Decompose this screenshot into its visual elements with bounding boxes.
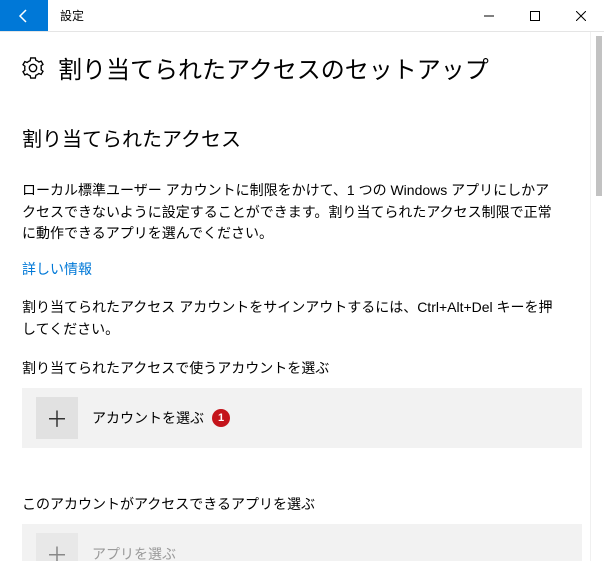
annotation-badge: 1 bbox=[212, 409, 230, 427]
arrow-left-icon bbox=[16, 8, 32, 24]
description-text: ローカル標準ユーザー アカウントに制限をかけて、1 つの Windows アプリ… bbox=[22, 180, 562, 245]
close-button[interactable] bbox=[558, 0, 604, 31]
maximize-icon bbox=[530, 11, 540, 21]
minimize-icon bbox=[484, 11, 494, 21]
choose-app-heading: このアカウントがアクセスできるアプリを選ぶ bbox=[22, 494, 582, 514]
scrollbar-thumb[interactable] bbox=[596, 36, 602, 196]
signout-note: 割り当てられたアクセス アカウントをサインアウトするには、Ctrl+Alt+De… bbox=[22, 297, 562, 340]
close-icon bbox=[576, 11, 586, 21]
choose-account-heading: 割り当てられたアクセスで使うアカウントを選ぶ bbox=[22, 358, 582, 378]
back-button[interactable] bbox=[0, 0, 48, 31]
minimize-button[interactable] bbox=[466, 0, 512, 31]
choose-app-label: アプリを選ぶ bbox=[92, 544, 176, 561]
choose-account-label: アカウントを選ぶ bbox=[92, 408, 204, 428]
gear-icon bbox=[22, 57, 44, 79]
page-title: 割り当てられたアクセスのセットアップ bbox=[58, 50, 489, 85]
learn-more-link[interactable]: 詳しい情報 bbox=[22, 259, 92, 279]
plus-icon: ＋ bbox=[36, 397, 78, 439]
section-title: 割り当てられたアクセス bbox=[22, 123, 582, 152]
choose-account-button[interactable]: ＋ アカウントを選ぶ 1 bbox=[22, 388, 582, 448]
choose-app-button: ＋ アプリを選ぶ bbox=[22, 524, 582, 561]
plus-icon: ＋ bbox=[36, 533, 78, 561]
maximize-button[interactable] bbox=[512, 0, 558, 31]
scrollbar[interactable] bbox=[590, 32, 604, 561]
window-title: 設定 bbox=[48, 0, 466, 31]
